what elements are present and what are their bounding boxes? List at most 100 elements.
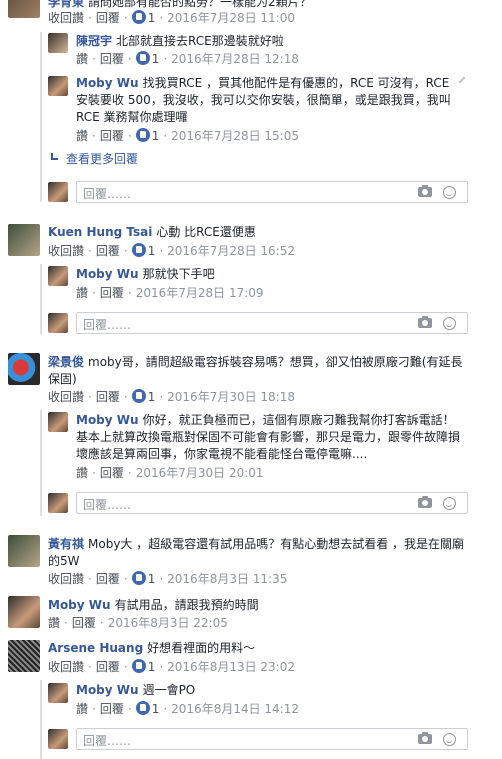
- comment-author[interactable]: Moby Wu: [76, 413, 139, 427]
- comment-text: 心動 比RCE還便惠: [156, 225, 256, 239]
- reply-link[interactable]: 回覆: [100, 129, 124, 143]
- like-count[interactable]: 1: [148, 244, 156, 258]
- comment-time[interactable]: 2016年8月13日 23:02: [167, 660, 295, 674]
- comment-author[interactable]: 陳冠宇: [76, 34, 112, 48]
- reply-link[interactable]: 回覆: [72, 616, 96, 630]
- like-link[interactable]: 讚: [76, 129, 88, 143]
- avatar[interactable]: [48, 683, 68, 703]
- like-link[interactable]: 讚: [76, 286, 88, 300]
- like-count[interactable]: 1: [152, 702, 160, 716]
- unlike-link[interactable]: 收回讚: [48, 572, 84, 586]
- comment-time[interactable]: 2016年7月28日 12:18: [171, 52, 299, 66]
- comment-time[interactable]: 2016年7月28日 17:09: [136, 286, 264, 300]
- like-icon: [131, 571, 146, 585]
- like-icon: [131, 389, 146, 403]
- emoji-icon[interactable]: [443, 733, 456, 746]
- reply-input[interactable]: 回覆……: [76, 312, 468, 334]
- reply-link[interactable]: 回覆: [96, 660, 120, 674]
- comment-author[interactable]: Moby Wu: [76, 683, 139, 697]
- avatar[interactable]: [8, 224, 40, 256]
- reply-link[interactable]: 回覆: [96, 572, 120, 586]
- reply-link[interactable]: 回覆: [96, 11, 120, 25]
- unlike-link[interactable]: 收回讚: [48, 660, 84, 674]
- emoji-icon[interactable]: [443, 317, 456, 330]
- comment-actions: 讚 · 回覆 · 2016年7月30日 20:01: [76, 466, 264, 480]
- avatar[interactable]: [8, 353, 40, 385]
- emoji-icon[interactable]: [443, 186, 456, 199]
- avatar[interactable]: [8, 0, 40, 18]
- like-count[interactable]: 1: [148, 390, 156, 404]
- avatar[interactable]: [8, 596, 40, 628]
- unlike-link[interactable]: 收回讚: [48, 11, 84, 25]
- avatar[interactable]: [48, 76, 68, 96]
- like-count[interactable]: 1: [148, 572, 156, 586]
- like-icon: [135, 701, 150, 715]
- comment-author[interactable]: 梁景俊: [48, 355, 84, 369]
- edit-icon[interactable]: [458, 76, 466, 84]
- camera-icon[interactable]: [418, 496, 432, 508]
- comment-body: 李育東 請問她部有能否的點勞？一樣能为2顆片？: [48, 0, 488, 10]
- avatar: [48, 729, 68, 749]
- reply-placeholder: 回覆……: [83, 734, 132, 748]
- comment-author[interactable]: Kuen Hung Tsai: [48, 225, 152, 239]
- like-link[interactable]: 讚: [76, 466, 88, 480]
- comment-body: 梁景俊 moby哥，請問超級電容拆裝容易嗎？想買，卻又怕被原廠刁難(有延長保固): [48, 354, 468, 388]
- comment-time[interactable]: 2016年7月28日 15:05: [171, 129, 299, 143]
- like-count[interactable]: 1: [152, 129, 160, 143]
- comment-author[interactable]: Moby Wu: [76, 76, 139, 90]
- comment-body: Arsene Huang 好想看裡面的用料～: [48, 640, 488, 656]
- reply-thread-line: [40, 410, 42, 516]
- like-count[interactable]: 1: [148, 11, 156, 25]
- comment-text: Moby大 ，超級電容還有試用品嗎？有點心動想去試看看 ，我是在關廟的5W: [48, 537, 465, 568]
- like-count[interactable]: 1: [148, 660, 156, 674]
- reply-link[interactable]: 回覆: [96, 390, 120, 404]
- avatar[interactable]: [8, 640, 40, 672]
- like-count[interactable]: 1: [152, 52, 160, 66]
- camera-icon[interactable]: [418, 316, 432, 328]
- comment-author[interactable]: Moby Wu: [48, 598, 111, 612]
- reply-link[interactable]: 回覆: [100, 702, 124, 716]
- reply-placeholder: 回覆……: [83, 318, 132, 332]
- reply-input[interactable]: 回覆……: [76, 492, 468, 514]
- reply-link[interactable]: 回覆: [100, 286, 124, 300]
- avatar[interactable]: [48, 266, 68, 286]
- like-link[interactable]: 讚: [76, 52, 88, 66]
- reply-input[interactable]: 回覆……: [76, 181, 468, 203]
- avatar[interactable]: [8, 535, 40, 567]
- comment-time[interactable]: 2016年7月28日 11:00: [167, 11, 295, 25]
- reply-link[interactable]: 回覆: [96, 244, 120, 258]
- like-icon: [131, 10, 146, 24]
- like-link[interactable]: 讚: [76, 702, 88, 716]
- comment-author[interactable]: Arsene Huang: [48, 641, 143, 655]
- comment-time[interactable]: 2016年8月3日 11:35: [167, 572, 287, 586]
- avatar[interactable]: [48, 33, 68, 53]
- comment-time[interactable]: 2016年7月28日 16:52: [167, 244, 295, 258]
- comment-body: 黃有祺 Moby大 ，超級電容還有試用品嗎？有點心動想去試看看 ，我是在關廟的5W: [48, 536, 472, 570]
- comment-actions: 收回讚 · 回覆 · 1 · 2016年7月30日 18:18: [48, 389, 295, 404]
- reply-input[interactable]: 回覆……: [76, 728, 468, 750]
- camera-icon[interactable]: [418, 732, 432, 744]
- reply-arrow-icon: [50, 153, 60, 163]
- comment-time[interactable]: 2016年8月14日 14:12: [171, 702, 299, 716]
- comment-author[interactable]: Moby Wu: [76, 267, 139, 281]
- unlike-link[interactable]: 收回讚: [48, 244, 84, 258]
- view-more-replies[interactable]: 查看更多回覆: [50, 151, 138, 167]
- comment-time[interactable]: 2016年7月30日 20:01: [136, 466, 264, 480]
- comment-body: Moby Wu 找我買RCE ，買其他配件是有優惠的，RCE 可沒有，RCE 安裝…: [76, 75, 452, 126]
- camera-icon[interactable]: [418, 185, 432, 197]
- like-icon: [135, 51, 150, 65]
- reply-link[interactable]: 回覆: [100, 466, 124, 480]
- avatar[interactable]: [48, 412, 68, 432]
- comment-time[interactable]: 2016年7月30日 18:18: [167, 390, 295, 404]
- comment-author[interactable]: 李育東: [48, 0, 84, 9]
- like-link[interactable]: 讚: [48, 616, 60, 630]
- comment-body: Moby Wu 有試用品，請跟我預約時間: [48, 597, 488, 613]
- comment-actions: 讚 · 回覆 · 2016年8月3日 22:05: [48, 616, 228, 630]
- avatar: [48, 493, 68, 513]
- comment-actions: 收回讚 · 回覆 · 1 · 2016年7月28日 16:52: [48, 243, 295, 258]
- reply-link[interactable]: 回覆: [100, 52, 124, 66]
- comment-author[interactable]: 黃有祺: [48, 537, 84, 551]
- comment-time[interactable]: 2016年8月3日 22:05: [108, 616, 228, 630]
- emoji-icon[interactable]: [443, 497, 456, 510]
- unlike-link[interactable]: 收回讚: [48, 390, 84, 404]
